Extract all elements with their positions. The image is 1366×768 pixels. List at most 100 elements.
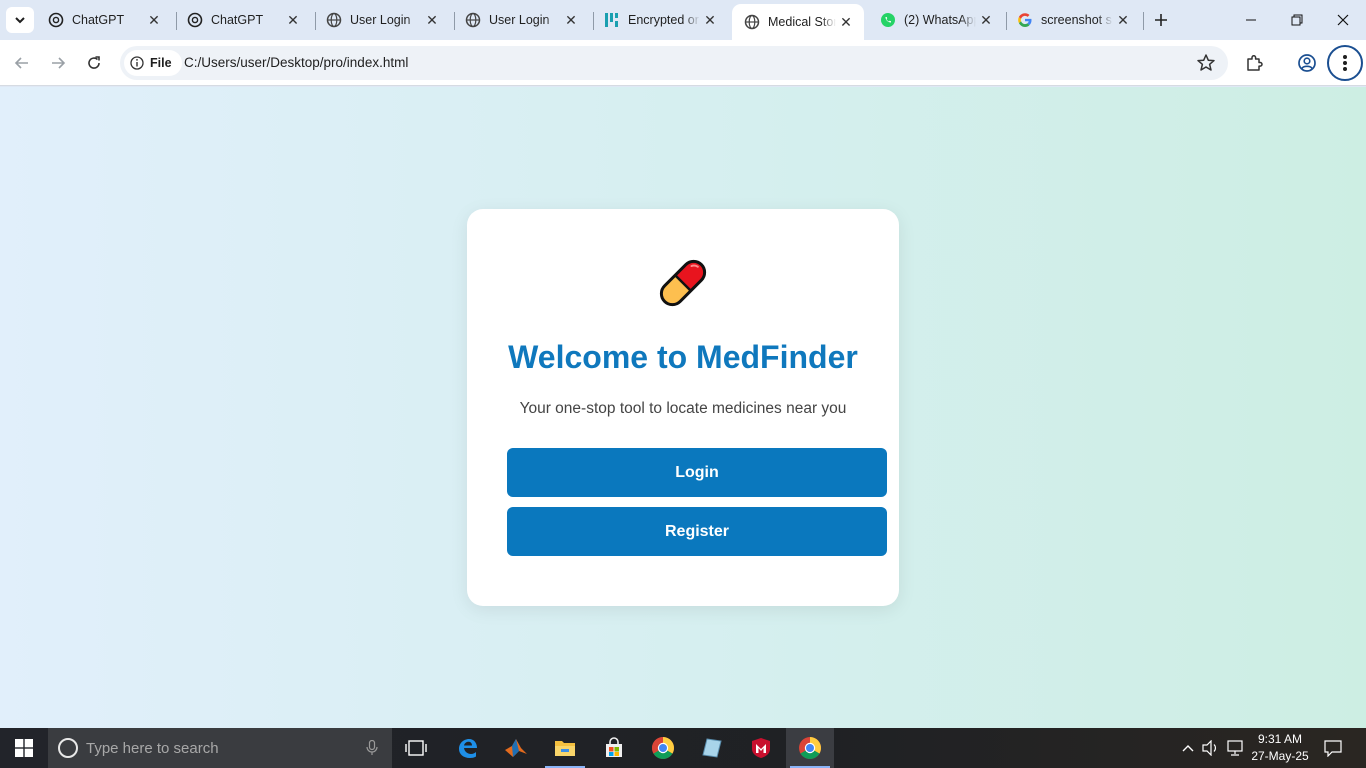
close-tab-icon[interactable]: ✕ (836, 12, 856, 32)
globe-icon (326, 12, 342, 28)
puzzle-icon (1247, 54, 1263, 71)
new-tab-button[interactable] (1149, 8, 1173, 32)
page-subtitle: Your one-stop tool to locate medicines n… (519, 400, 847, 417)
store-bag-icon (606, 737, 622, 757)
site-chip-label: File (150, 56, 172, 70)
google-icon (1017, 12, 1033, 28)
windows-logo-icon (15, 739, 33, 757)
edge-icon (459, 739, 477, 758)
taskbar-matlab[interactable] (492, 728, 540, 768)
close-tab-icon[interactable]: ✕ (283, 10, 303, 30)
minimize-icon (1246, 19, 1256, 21)
register-button[interactable]: Register (507, 507, 887, 556)
tab-title: screenshot s (1041, 13, 1112, 27)
tab-user-login-1[interactable]: User Login ✕ (314, 0, 450, 40)
url-text[interactable]: C:/Users/user/Desktop/pro/index.html (184, 55, 408, 70)
clock-time: 9:31 AM (1257, 732, 1303, 746)
taskbar-edge[interactable] (443, 728, 491, 768)
close-tab-icon[interactable]: ✕ (976, 10, 996, 30)
folder-icon (555, 741, 575, 756)
close-icon (1337, 14, 1349, 26)
chrome-icon (799, 737, 821, 759)
tab-chatgpt-2[interactable]: ChatGPT ✕ (175, 0, 311, 40)
extensions-button[interactable] (1240, 49, 1268, 77)
taskbar-file-explorer[interactable] (541, 728, 589, 768)
reload-button[interactable] (80, 49, 108, 77)
welcome-card: Welcome to MedFinder Your one-stop tool … (467, 209, 899, 606)
tab-strip: ChatGPT ✕ ChatGPT ✕ User Login ✕ User Lo… (0, 0, 1366, 40)
pill-icon (655, 255, 711, 311)
notification-center-button[interactable] (1320, 728, 1346, 768)
restore-icon (1291, 14, 1303, 26)
close-tab-icon[interactable]: ✕ (422, 10, 442, 30)
taskbar-chrome[interactable] (639, 728, 687, 768)
chatgpt-icon (48, 12, 64, 28)
login-button[interactable]: Login (507, 448, 887, 497)
notification-icon (1324, 740, 1342, 757)
tab-title: User Login (489, 13, 550, 27)
tab-title: Medical Stor (768, 15, 836, 29)
start-button[interactable] (0, 728, 48, 768)
bookmark-star-icon[interactable] (1196, 53, 1216, 78)
search-placeholder: Type here to search (86, 739, 219, 757)
tab-google-search[interactable]: screenshot s ✕ (1005, 0, 1141, 40)
browser-toolbar: File C:/Users/user/Desktop/pro/index.htm… (0, 40, 1366, 86)
taskbar-search-box[interactable]: Type here to search (48, 728, 392, 768)
taskbar-store[interactable] (590, 728, 638, 768)
more-vert-icon (1343, 55, 1347, 71)
globe-icon (465, 12, 481, 28)
tab-whatsapp[interactable]: (2) WhatsApp ✕ (868, 0, 1004, 40)
tab-medical-store[interactable]: Medical Stor ✕ (732, 4, 864, 40)
windows-taskbar: Type here to search 9:31 AM 27-May-25 (0, 728, 1366, 768)
browser-menu-button[interactable] (1327, 45, 1363, 81)
account-circle-icon (1298, 54, 1316, 72)
tab-search-button[interactable] (6, 7, 34, 33)
reload-icon (88, 56, 100, 69)
address-bar[interactable]: File C:/Users/user/Desktop/pro/index.htm… (120, 46, 1228, 80)
profile-button[interactable] (1293, 49, 1321, 77)
taskbar-notes[interactable] (688, 728, 736, 768)
encrypted-app-icon (604, 12, 620, 28)
chevron-down-icon (15, 17, 25, 24)
tab-divider (1143, 12, 1144, 30)
tab-title: ChatGPT (72, 13, 125, 27)
close-tab-icon[interactable]: ✕ (700, 10, 720, 30)
close-tab-icon[interactable]: ✕ (561, 10, 581, 30)
task-view-icon (405, 740, 427, 756)
forward-button[interactable] (44, 49, 72, 77)
minimize-button[interactable] (1228, 0, 1274, 40)
task-view-button[interactable] (392, 728, 440, 768)
chatgpt-icon (187, 12, 203, 28)
back-button[interactable] (8, 49, 36, 77)
cortana-icon (58, 738, 78, 758)
page-title: Welcome to MedFinder (508, 339, 858, 375)
notes-icon (702, 738, 722, 758)
close-tab-icon[interactable]: ✕ (144, 10, 164, 30)
close-tab-icon[interactable]: ✕ (1113, 10, 1133, 30)
show-hidden-icons-button[interactable] (1178, 728, 1198, 768)
globe-icon (744, 14, 760, 30)
volume-button[interactable] (1200, 728, 1222, 768)
system-clock[interactable]: 9:31 AM 27-May-25 (1240, 731, 1320, 765)
clock-date: 27-May-25 (1251, 749, 1309, 763)
close-window-button[interactable] (1320, 0, 1366, 40)
tab-title: Encrypted or (628, 13, 699, 27)
arrow-left-icon (14, 57, 28, 69)
taskbar-mcafee[interactable] (737, 728, 785, 768)
info-icon (130, 56, 144, 70)
whatsapp-icon (880, 12, 896, 28)
tab-user-login-2[interactable]: User Login ✕ (453, 0, 589, 40)
restore-button[interactable] (1274, 0, 1320, 40)
plus-icon (1155, 14, 1167, 26)
tab-encrypted[interactable]: Encrypted or ✕ (592, 0, 728, 40)
microphone-icon[interactable] (366, 739, 378, 761)
tab-title: ChatGPT (211, 13, 264, 27)
chrome-icon (652, 737, 674, 759)
tab-chatgpt-1[interactable]: ChatGPT ✕ (36, 0, 172, 40)
site-info-chip[interactable]: File (124, 50, 182, 76)
taskbar-chrome-active[interactable] (786, 728, 834, 768)
arrow-right-icon (52, 57, 66, 69)
tab-title: (2) WhatsApp (904, 13, 976, 27)
matlab-icon (505, 739, 527, 757)
mcafee-shield-icon (752, 738, 770, 758)
